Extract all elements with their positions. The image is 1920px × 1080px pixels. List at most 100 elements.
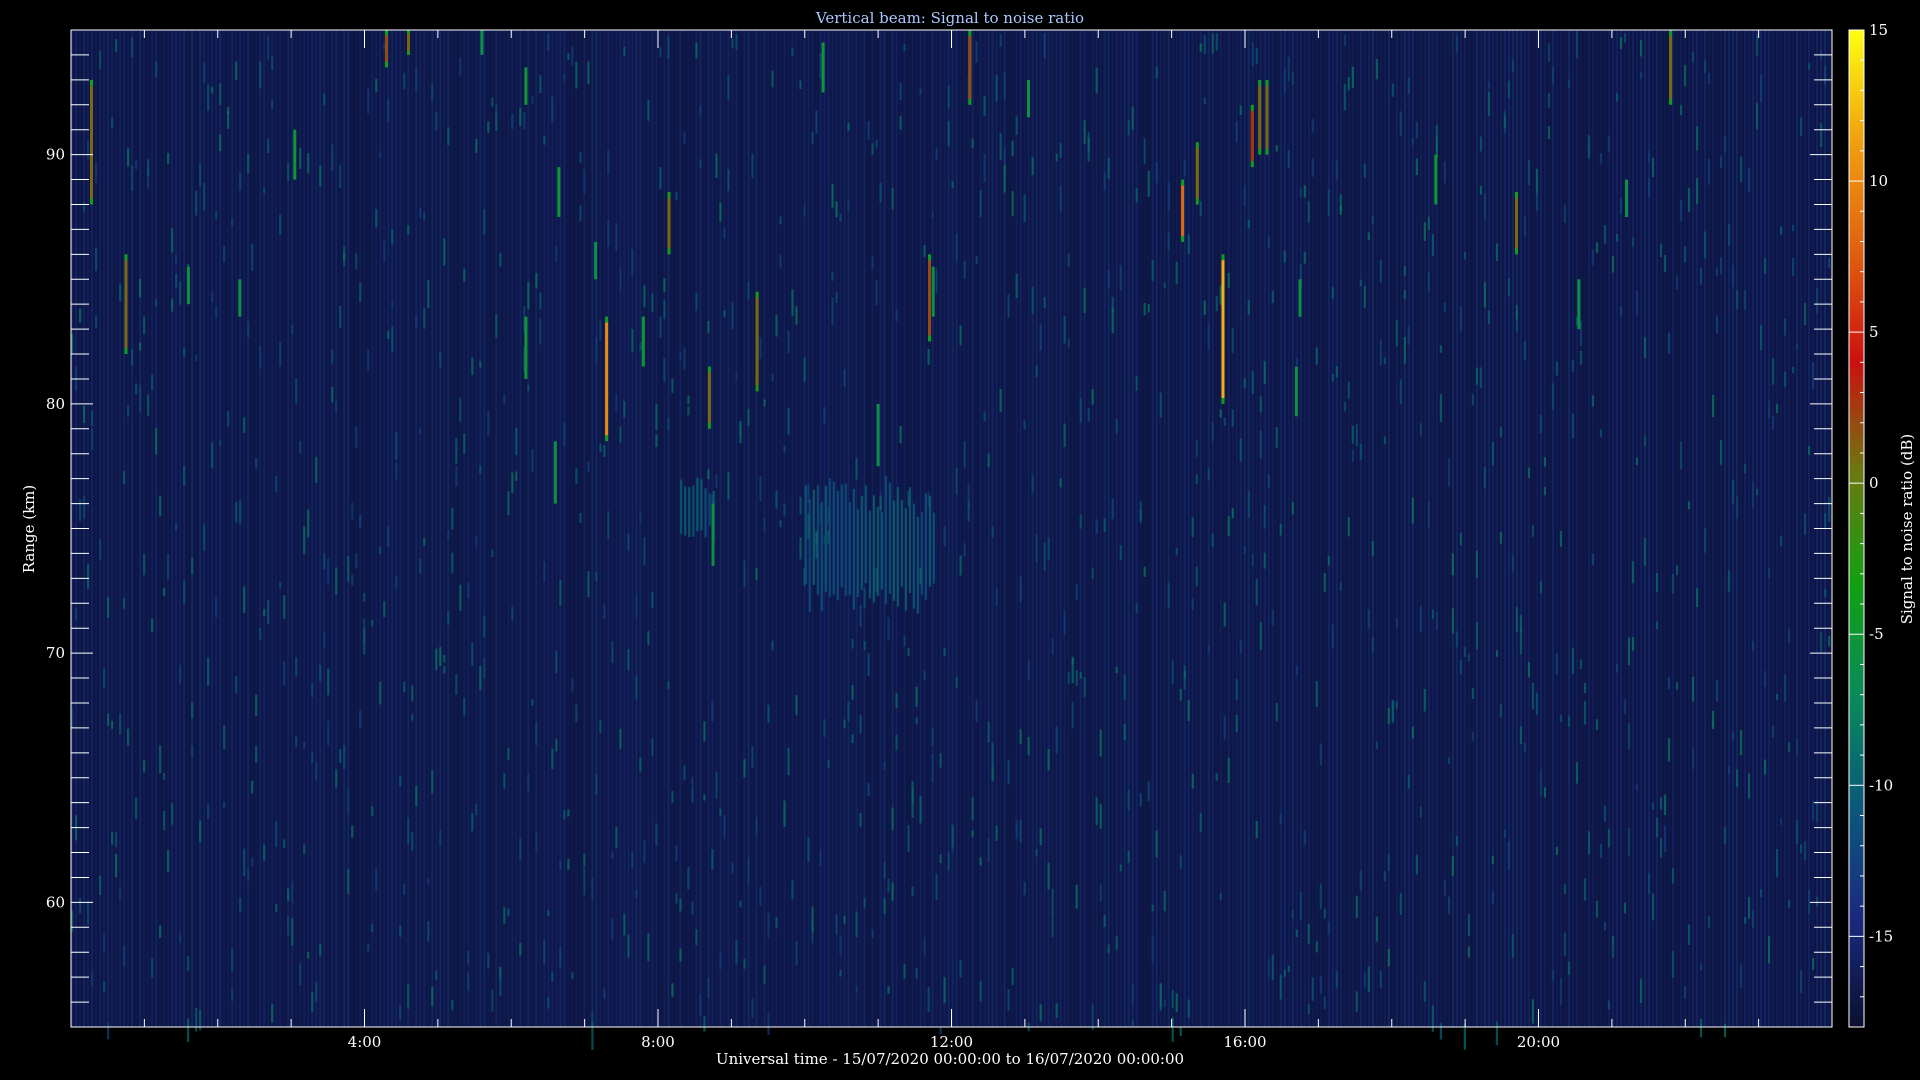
echo-core [385, 35, 388, 62]
noise-speck [1611, 936, 1615, 958]
noise-speck [1127, 850, 1130, 864]
noise-column [1663, 30, 1667, 1027]
noise-column [1303, 30, 1306, 1027]
diffuse-echo [908, 487, 912, 593]
noise-speck [1787, 742, 1791, 753]
noise-speck [207, 657, 210, 686]
diffuse-echo [844, 484, 847, 596]
noise-speck [1435, 611, 1438, 630]
noise-speck [1359, 444, 1362, 460]
echo-core [755, 297, 759, 386]
noise-speck [331, 144, 334, 171]
noise-speck [375, 78, 378, 93]
noise-speck [539, 292, 542, 310]
noise-speck [295, 378, 298, 404]
noise-speck [1639, 40, 1643, 57]
noise-speck [1759, 325, 1763, 351]
noise-speck [1039, 323, 1042, 351]
noise-column [1543, 30, 1547, 1027]
noise-speck [1715, 315, 1719, 334]
noise-column [483, 30, 486, 1027]
noise-column [1335, 30, 1338, 1027]
noise-speck [775, 917, 778, 929]
echo-core [667, 198, 671, 249]
noise-speck [1379, 339, 1382, 366]
noise-speck [1087, 137, 1090, 162]
noise-column [1591, 30, 1595, 1027]
noise-column [459, 30, 462, 1027]
noise-speck [671, 983, 674, 997]
noise-column [767, 30, 770, 1027]
noise-column [1411, 30, 1414, 1027]
noise-speck [607, 149, 610, 175]
noise-speck [583, 853, 586, 867]
noise-speck [531, 95, 534, 104]
noise-speck [387, 330, 390, 339]
noise-speck [219, 134, 222, 152]
noise-speck [1327, 189, 1330, 217]
noise-column [639, 30, 642, 1027]
diffuse-echo [900, 500, 903, 587]
noise-speck [1495, 243, 1499, 261]
noise-speck [1483, 193, 1486, 220]
noise-column [195, 30, 198, 1027]
noise-speck [811, 131, 814, 144]
noise-speck [1719, 439, 1723, 465]
noise-speck [579, 205, 582, 222]
noise-speck [683, 765, 686, 781]
noise-speck [327, 720, 330, 746]
noise-speck [1051, 912, 1054, 938]
noise-speck [1551, 970, 1555, 981]
noise-speck [1231, 508, 1234, 519]
noise-speck [87, 564, 90, 589]
noise-speck [1159, 983, 1162, 1011]
noise-speck [1599, 153, 1603, 164]
noise-speck [1187, 700, 1190, 721]
noise-column [1075, 30, 1078, 1027]
noise-speck [1423, 688, 1426, 712]
noise-speck [643, 285, 646, 308]
noise-speck [751, 998, 754, 1019]
noise-column [1563, 30, 1567, 1027]
noise-speck [1467, 653, 1470, 662]
noise-speck [683, 347, 686, 370]
noise-speck [643, 840, 646, 864]
noise-speck [139, 278, 142, 298]
noise-speck [1039, 1004, 1042, 1022]
noise-speck [75, 608, 78, 620]
noise-speck [407, 225, 410, 235]
noise-speck [983, 411, 986, 422]
noise-speck [171, 298, 174, 312]
noise-column [519, 30, 522, 1027]
noise-speck [1751, 910, 1755, 928]
noise-speck [283, 839, 286, 848]
noise-speck [1735, 769, 1739, 788]
noise-speck [1743, 463, 1747, 474]
noise-speck [131, 37, 134, 58]
noise-speck [1051, 888, 1054, 915]
noise-speck [563, 423, 566, 447]
noise-speck [299, 441, 302, 454]
noise-column [1011, 30, 1014, 1027]
noise-speck [955, 234, 958, 262]
noise-speck [1355, 991, 1358, 1012]
noise-speck [1007, 989, 1010, 1011]
noise-speck [1175, 261, 1178, 285]
noise-speck [939, 753, 942, 768]
noise-speck [727, 472, 730, 500]
noise-column [731, 30, 734, 1027]
noise-speck [1699, 268, 1703, 285]
noise-speck [483, 209, 486, 235]
noise-speck [1595, 242, 1599, 253]
noise-column [1715, 30, 1719, 1027]
noise-column [403, 30, 406, 1027]
noise-column [271, 30, 274, 1027]
echo-rim [524, 316, 528, 379]
noise-speck [907, 647, 910, 656]
noise-speck [959, 325, 962, 346]
noise-speck [1223, 417, 1226, 426]
noise-speck [583, 867, 586, 896]
noise-speck [1551, 383, 1555, 410]
noise-column [1039, 30, 1042, 1027]
echo-core [605, 322, 609, 436]
